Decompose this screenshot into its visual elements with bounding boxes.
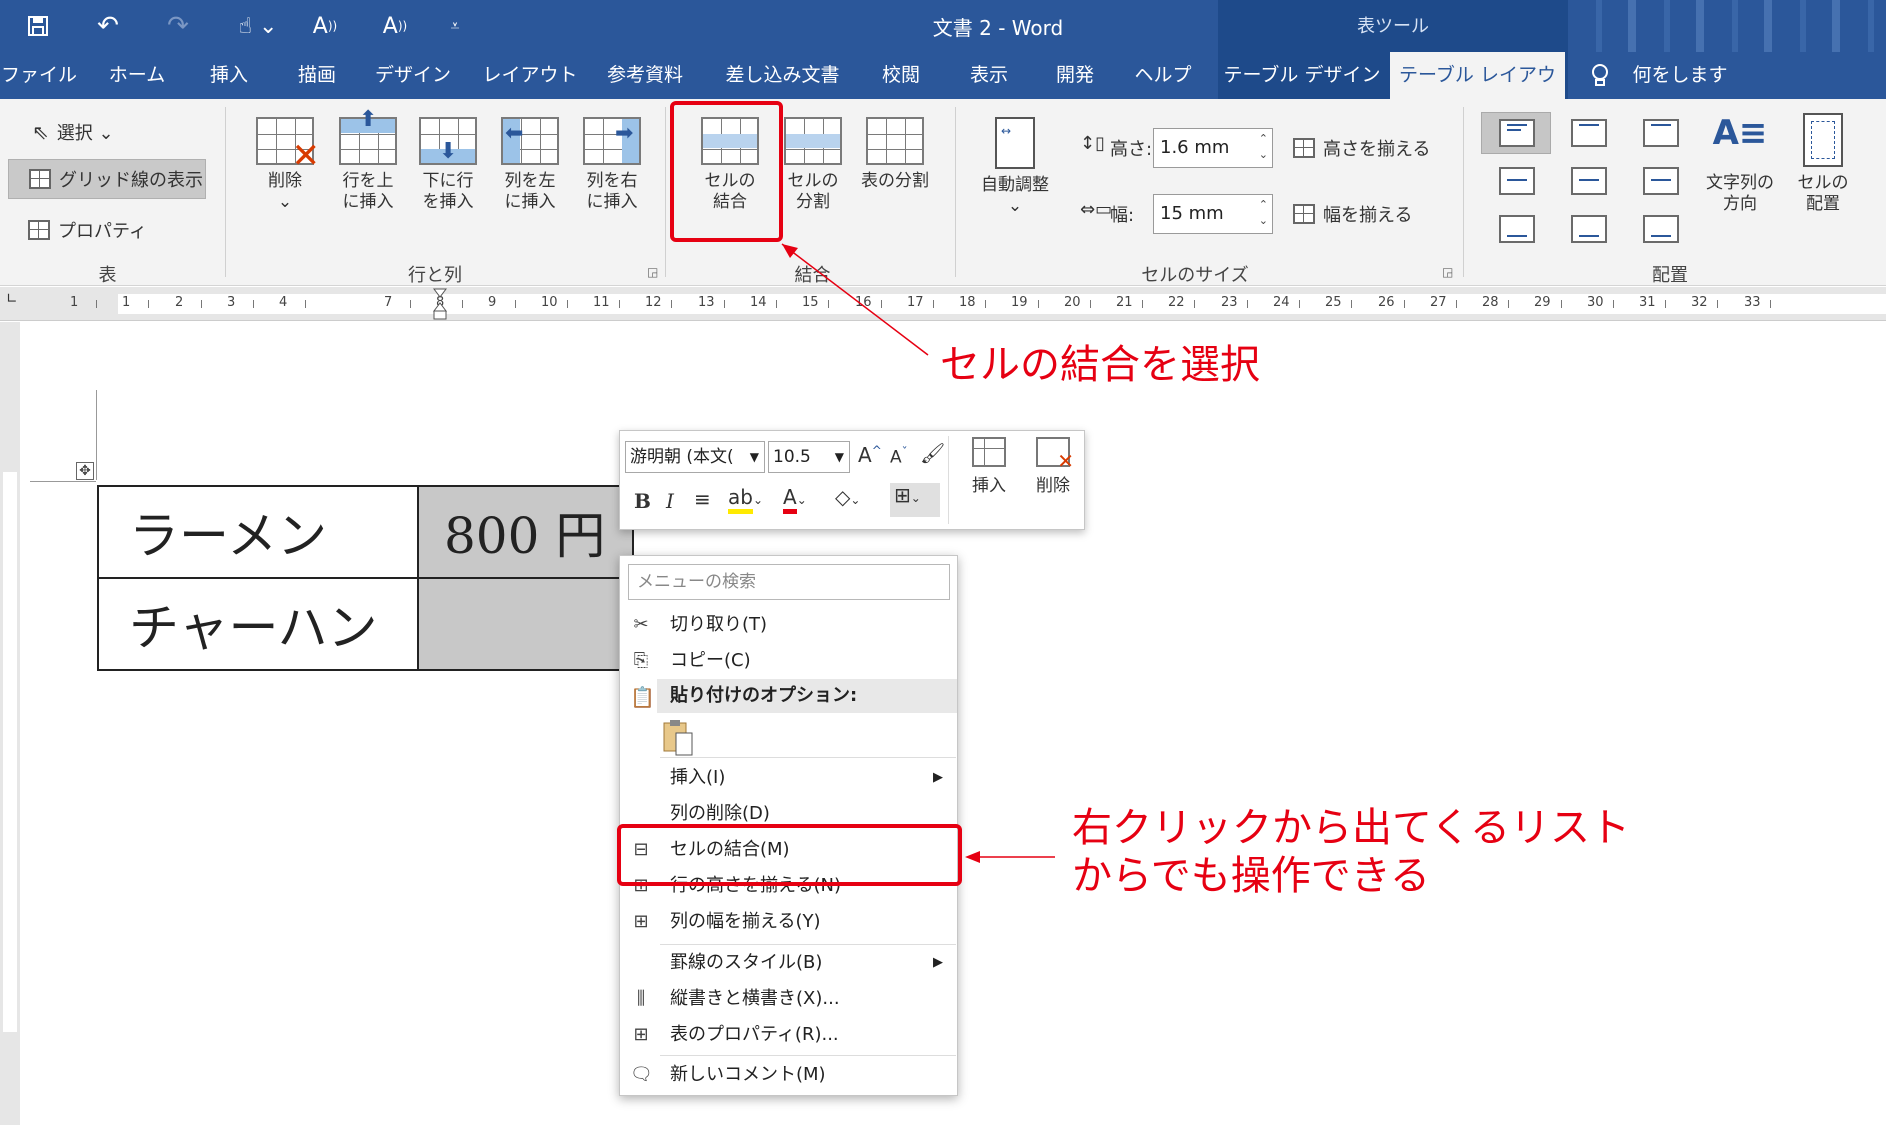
annotation-arrowhead xyxy=(782,244,798,258)
annotation-arrows xyxy=(781,243,1055,863)
annotation-arrow-line xyxy=(781,243,929,356)
annotation-arrowhead xyxy=(965,851,980,863)
annotation-menu-note-line2: からでも操作できる xyxy=(1072,853,1430,899)
annotation-menu-note-line1: 右クリックから出てくるリスト xyxy=(1072,805,1630,851)
annotation-ribbon-note: セルの結合を選択 xyxy=(940,342,1260,388)
